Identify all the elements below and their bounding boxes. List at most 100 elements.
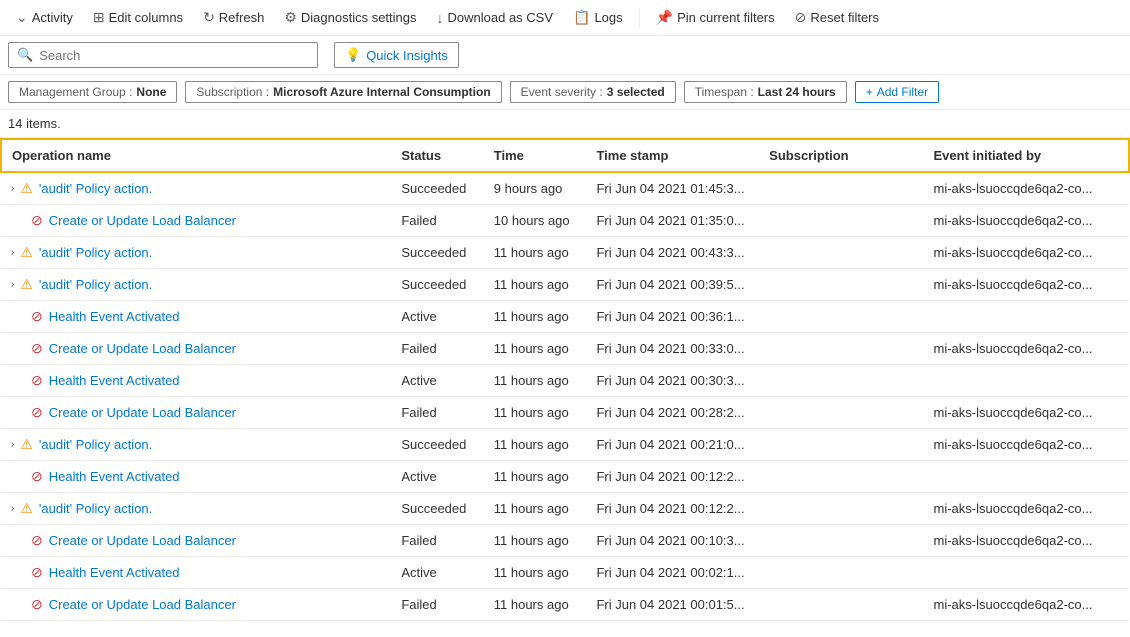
edit-columns-button[interactable]: ⊞ Edit columns bbox=[85, 5, 191, 30]
subscription-cell bbox=[759, 269, 923, 301]
operation-name-link[interactable]: Create or Update Load Balancer bbox=[49, 533, 236, 548]
subscription-cell bbox=[759, 397, 923, 429]
operation-name-link[interactable]: Health Event Activated bbox=[49, 565, 180, 580]
items-count-text: 14 items. bbox=[8, 116, 61, 131]
operation-name-link[interactable]: Create or Update Load Balancer bbox=[49, 597, 236, 612]
refresh-button[interactable]: ↻ Refresh bbox=[195, 5, 272, 30]
initiated-by-cell: mi-aks-lsuoccqde6qa2-co... bbox=[924, 205, 1129, 237]
toolbar: ⌄ Activity ⊞ Edit columns ↻ Refresh ⚙ Di… bbox=[0, 0, 1130, 36]
time-cell: 11 hours ago bbox=[484, 237, 587, 269]
activity-label: Activity bbox=[32, 10, 73, 25]
edit-columns-label: Edit columns bbox=[109, 10, 183, 25]
search-row: 🔍 💡 Quick Insights bbox=[0, 36, 1130, 75]
operation-name-link[interactable]: Health Event Activated bbox=[49, 309, 180, 324]
operation-name-link[interactable]: 'audit' Policy action. bbox=[39, 245, 152, 260]
timestamp-cell: Fri Jun 04 2021 00:02:1... bbox=[586, 557, 759, 589]
activity-button[interactable]: ⌄ Activity bbox=[8, 5, 81, 30]
col-header-subscription[interactable]: Subscription bbox=[759, 139, 923, 172]
diagnostics-icon: ⚙ bbox=[284, 9, 297, 26]
initiated-by-cell: mi-aks-lsuoccqde6qa2-co... bbox=[924, 397, 1129, 429]
timestamp-cell: Fri Jun 04 2021 00:28:2... bbox=[586, 397, 759, 429]
expand-icon[interactable]: › bbox=[11, 503, 14, 514]
search-box[interactable]: 🔍 bbox=[8, 42, 318, 68]
initiated-by-cell: mi-aks-lsuoccqde6qa2-co... bbox=[924, 589, 1129, 621]
activity-table: Operation name Status Time Time stamp Su… bbox=[0, 138, 1130, 621]
status-cell: Failed bbox=[391, 525, 483, 557]
subscription-cell bbox=[759, 589, 923, 621]
col-header-status[interactable]: Status bbox=[391, 139, 483, 172]
time-cell: 11 hours ago bbox=[484, 493, 587, 525]
initiated-by-cell: mi-aks-lsuoccqde6qa2-co... bbox=[924, 172, 1129, 205]
status-cell: Failed bbox=[391, 589, 483, 621]
pin-icon: 📌 bbox=[656, 9, 673, 26]
pin-filters-button[interactable]: 📌 Pin current filters bbox=[648, 5, 783, 30]
operation-name-link[interactable]: Health Event Activated bbox=[49, 373, 180, 388]
quick-insights-icon: 💡 bbox=[345, 47, 361, 63]
subscription-cell bbox=[759, 301, 923, 333]
operation-name-link[interactable]: 'audit' Policy action. bbox=[39, 277, 152, 292]
timespan-filter[interactable]: Timespan : Last 24 hours bbox=[684, 81, 847, 103]
logs-icon: 📋 bbox=[573, 9, 590, 26]
diagnostics-button[interactable]: ⚙ Diagnostics settings bbox=[276, 5, 424, 30]
subscription-label: Subscription : bbox=[196, 85, 269, 99]
operation-name-link[interactable]: 'audit' Policy action. bbox=[39, 501, 152, 516]
table-row: ⊘ Health Event Activated Active11 hours … bbox=[1, 461, 1129, 493]
logs-button[interactable]: 📋 Logs bbox=[565, 5, 631, 30]
status-icon: ⊘ bbox=[31, 372, 43, 389]
col-header-timestamp[interactable]: Time stamp bbox=[586, 139, 759, 172]
search-input[interactable] bbox=[39, 48, 309, 63]
timestamp-cell: Fri Jun 04 2021 00:30:3... bbox=[586, 365, 759, 397]
timestamp-cell: Fri Jun 04 2021 00:39:5... bbox=[586, 269, 759, 301]
operation-name-link[interactable]: 'audit' Policy action. bbox=[39, 181, 152, 196]
timestamp-cell: Fri Jun 04 2021 00:43:3... bbox=[586, 237, 759, 269]
col-header-time[interactable]: Time bbox=[484, 139, 587, 172]
timestamp-cell: Fri Jun 04 2021 00:10:3... bbox=[586, 525, 759, 557]
management-group-filter[interactable]: Management Group : None bbox=[8, 81, 177, 103]
operation-name-link[interactable]: 'audit' Policy action. bbox=[39, 437, 152, 452]
subscription-filter[interactable]: Subscription : Microsoft Azure Internal … bbox=[185, 81, 501, 103]
status-cell: Active bbox=[391, 461, 483, 493]
expand-icon[interactable]: › bbox=[11, 439, 14, 450]
subscription-cell bbox=[759, 365, 923, 397]
add-filter-button[interactable]: + Add Filter bbox=[855, 81, 939, 103]
time-cell: 11 hours ago bbox=[484, 589, 587, 621]
status-cell: Succeeded bbox=[391, 172, 483, 205]
operation-name-link[interactable]: Create or Update Load Balancer bbox=[49, 405, 236, 420]
subscription-cell bbox=[759, 493, 923, 525]
timespan-label: Timespan : bbox=[695, 85, 754, 99]
time-cell: 11 hours ago bbox=[484, 461, 587, 493]
quick-insights-button[interactable]: 💡 Quick Insights bbox=[334, 42, 459, 68]
reset-filters-button[interactable]: ⊘ Reset filters bbox=[787, 5, 887, 30]
status-cell: Failed bbox=[391, 333, 483, 365]
operation-name-link[interactable]: Create or Update Load Balancer bbox=[49, 341, 236, 356]
initiated-by-cell bbox=[924, 557, 1129, 589]
time-cell: 11 hours ago bbox=[484, 269, 587, 301]
timestamp-cell: Fri Jun 04 2021 00:21:0... bbox=[586, 429, 759, 461]
operation-name-link[interactable]: Health Event Activated bbox=[49, 469, 180, 484]
expand-icon[interactable]: › bbox=[11, 247, 14, 258]
col-header-opname[interactable]: Operation name bbox=[1, 139, 391, 172]
status-icon: ⊘ bbox=[31, 564, 43, 581]
table-row: ⊘ Create or Update Load Balancer Failed1… bbox=[1, 333, 1129, 365]
col-header-initiatedby[interactable]: Event initiated by bbox=[924, 139, 1129, 172]
status-cell: Active bbox=[391, 365, 483, 397]
download-label: Download as CSV bbox=[448, 10, 554, 25]
status-icon: ⚠ bbox=[20, 244, 33, 261]
status-cell: Succeeded bbox=[391, 269, 483, 301]
operation-name-link[interactable]: Create or Update Load Balancer bbox=[49, 213, 236, 228]
event-severity-filter[interactable]: Event severity : 3 selected bbox=[510, 81, 676, 103]
table-body: › ⚠ 'audit' Policy action. Succeeded9 ho… bbox=[1, 172, 1129, 621]
toolbar-divider bbox=[639, 8, 640, 28]
status-icon: ⊘ bbox=[31, 308, 43, 325]
logs-label: Logs bbox=[594, 10, 622, 25]
expand-icon[interactable]: › bbox=[11, 183, 14, 194]
status-icon: ⊘ bbox=[31, 340, 43, 357]
initiated-by-cell: mi-aks-lsuoccqde6qa2-co... bbox=[924, 493, 1129, 525]
timestamp-cell: Fri Jun 04 2021 00:33:0... bbox=[586, 333, 759, 365]
download-button[interactable]: ↓ Download as CSV bbox=[429, 6, 562, 30]
subscription-cell bbox=[759, 237, 923, 269]
edit-columns-icon: ⊞ bbox=[93, 9, 105, 26]
table-row: › ⚠ 'audit' Policy action. Succeeded11 h… bbox=[1, 269, 1129, 301]
time-cell: 11 hours ago bbox=[484, 365, 587, 397]
expand-icon[interactable]: › bbox=[11, 279, 14, 290]
